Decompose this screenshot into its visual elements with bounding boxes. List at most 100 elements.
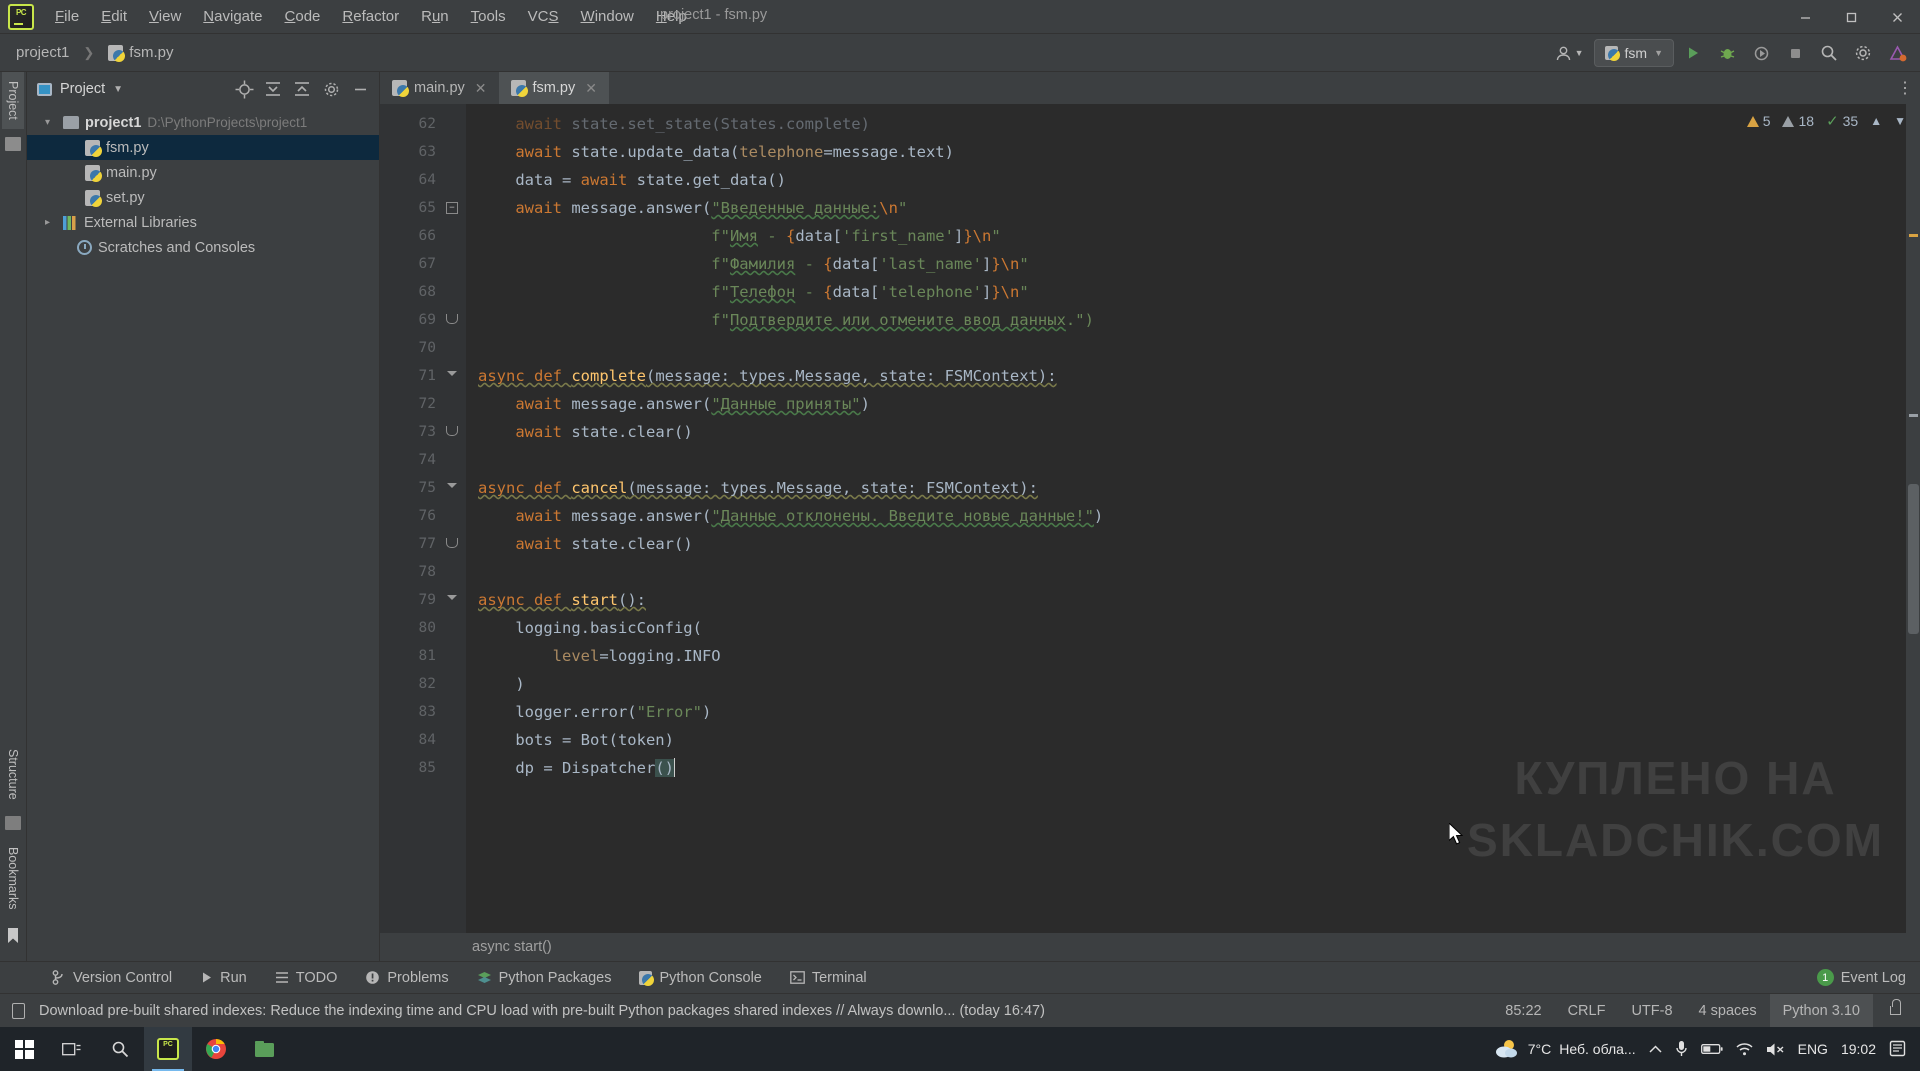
menu-window[interactable]: Window <box>570 3 645 30</box>
tree-item-project-root[interactable]: ▾ project1 D:\PythonProjects\project1 <box>27 110 379 135</box>
editor-breadcrumb[interactable]: async start() <box>380 933 1920 961</box>
tool-button-problems[interactable]: Problems <box>351 962 462 994</box>
volume-muted-icon[interactable] <box>1766 1042 1785 1057</box>
editor-tab-fsm[interactable]: fsm.py ✕ <box>498 72 609 104</box>
maximize-button[interactable] <box>1828 0 1874 34</box>
tool-button-python-packages[interactable]: Python Packages <box>463 962 626 994</box>
scroll-marker-weak[interactable] <box>1909 414 1918 417</box>
chevron-up-icon[interactable] <box>1649 1044 1662 1054</box>
editor-options-icon[interactable]: ⋮ <box>1890 72 1920 104</box>
tree-item-fsm[interactable]: fsm.py <box>27 135 379 160</box>
menu-refactor[interactable]: Refactor <box>331 3 410 30</box>
breadcrumb-project[interactable]: project1 <box>16 44 69 61</box>
tool-button-version-control[interactable]: Version Control <box>38 962 186 994</box>
next-problem-icon[interactable]: ▼ <box>1894 114 1906 128</box>
file-encoding[interactable]: UTF-8 <box>1618 994 1685 1028</box>
minimize-button[interactable] <box>1782 0 1828 34</box>
taskbar-explorer[interactable] <box>240 1027 288 1071</box>
input-language[interactable]: ENG <box>1798 1041 1828 1057</box>
menu-view[interactable]: View <box>138 3 192 30</box>
expand-all-icon[interactable] <box>260 77 286 101</box>
close-tab-icon[interactable]: ✕ <box>585 80 597 97</box>
code-editor[interactable]: 62 63 64 65− 66 67 68 69 70 71 72 73 74 … <box>380 104 1920 933</box>
bookmark-rail-icon[interactable] <box>6 927 20 949</box>
tool-button-todo[interactable]: TODO <box>261 962 352 994</box>
menu-navigate[interactable]: Navigate <box>192 3 273 30</box>
locate-file-icon[interactable] <box>231 77 257 101</box>
weak-warnings-count[interactable]: 18 <box>1782 113 1814 129</box>
scrollbar-thumb[interactable] <box>1908 484 1919 634</box>
fold-end-icon[interactable] <box>446 426 458 436</box>
event-log-button[interactable]: 1 Event Log <box>1816 969 1906 986</box>
tool-button-python-console[interactable]: Python Console <box>625 962 775 994</box>
search-icon[interactable] <box>1814 39 1844 67</box>
taskbar-pycharm[interactable]: PC <box>144 1027 192 1071</box>
folder-rail-icon[interactable] <box>5 136 21 151</box>
project-view-chevron-icon[interactable]: ▼ <box>113 84 123 95</box>
read-only-lock-icon[interactable] <box>1873 994 1914 1028</box>
close-button[interactable] <box>1874 0 1920 34</box>
search-taskbar-button[interactable] <box>96 1027 144 1071</box>
rail-tab-bookmarks[interactable]: Bookmarks <box>2 838 24 919</box>
structure-rail-icon[interactable] <box>5 816 21 831</box>
run-button[interactable] <box>1678 39 1708 67</box>
editor-scrollbar[interactable] <box>1906 104 1920 933</box>
project-settings-gear-icon[interactable] <box>318 77 344 101</box>
tree-item-set[interactable]: set.py <box>27 185 379 210</box>
fold-end-icon[interactable] <box>446 314 458 324</box>
inspection-widget[interactable]: 5 18 ✓ 35 ▲ ▼ <box>1746 112 1906 130</box>
fold-toggle-icon[interactable] <box>446 370 458 382</box>
inspections-ok-count[interactable]: ✓ 35 <box>1826 112 1858 130</box>
fold-toggle-icon[interactable] <box>446 482 458 494</box>
account-button[interactable]: ▼ <box>1549 45 1590 62</box>
breadcrumb-file[interactable]: fsm.py <box>129 44 173 61</box>
hide-panel-icon[interactable] <box>347 77 373 101</box>
menu-file[interactable]: File <box>44 3 90 30</box>
rail-tab-project[interactable]: Project <box>2 72 24 129</box>
warnings-count[interactable]: 5 <box>1746 113 1770 129</box>
menu-run[interactable]: Run <box>410 3 460 30</box>
status-message[interactable]: Download pre-built shared indexes: Reduc… <box>39 1003 1045 1019</box>
start-button[interactable] <box>0 1027 48 1071</box>
menu-code[interactable]: Code <box>274 3 332 30</box>
python-interpreter[interactable]: Python 3.10 <box>1769 993 1873 1028</box>
chevron-right-icon[interactable]: ▸ <box>45 217 57 228</box>
tree-item-scratches[interactable]: Scratches and Consoles <box>27 235 379 260</box>
run-configuration-selector[interactable]: fsm ▼ <box>1593 39 1674 67</box>
updates-icon[interactable] <box>1882 39 1912 67</box>
menu-tools[interactable]: Tools <box>460 3 517 30</box>
wifi-icon[interactable] <box>1736 1042 1753 1056</box>
python-file-icon <box>108 44 126 62</box>
fold-end-icon[interactable] <box>446 538 458 548</box>
menu-vcs[interactable]: VCS <box>517 3 570 30</box>
coverage-button[interactable] <box>1746 39 1776 67</box>
taskbar-chrome[interactable] <box>192 1027 240 1071</box>
chevron-down-icon[interactable]: ▾ <box>45 117 57 128</box>
settings-gear-icon[interactable] <box>1848 39 1878 67</box>
fold-toggle-icon[interactable]: − <box>446 202 458 214</box>
battery-icon[interactable] <box>1700 1043 1723 1055</box>
debug-button[interactable] <box>1712 39 1742 67</box>
caret-position[interactable]: 85:22 <box>1492 994 1554 1028</box>
code-text[interactable]: await state.set_state(States.complete) a… <box>466 104 1906 933</box>
fold-toggle-icon[interactable] <box>446 594 458 606</box>
taskbar-clock[interactable]: 19:02 <box>1841 1041 1876 1057</box>
editor-tab-main[interactable]: main.py ✕ <box>380 72 499 104</box>
close-tab-icon[interactable]: ✕ <box>475 80 487 97</box>
line-separator[interactable]: CRLF <box>1555 994 1619 1028</box>
menu-edit[interactable]: Edit <box>90 3 138 30</box>
indent-setting[interactable]: 4 spaces <box>1686 994 1770 1028</box>
scroll-marker-warning[interactable] <box>1909 234 1918 237</box>
tree-item-external-libraries[interactable]: ▸ External Libraries <box>27 210 379 235</box>
collapse-all-icon[interactable] <box>289 77 315 101</box>
weather-widget[interactable]: 7°C Неб. обла... <box>1494 1038 1636 1060</box>
task-view-button[interactable] <box>48 1027 96 1071</box>
tool-button-terminal[interactable]: Terminal <box>776 962 881 994</box>
microphone-icon[interactable] <box>1675 1040 1688 1058</box>
tool-button-run[interactable]: Run <box>186 962 261 994</box>
rail-tab-structure[interactable]: Structure <box>2 740 24 809</box>
notifications-icon[interactable] <box>1889 1040 1908 1059</box>
stop-button[interactable] <box>1780 39 1810 67</box>
tree-item-main[interactable]: main.py <box>27 160 379 185</box>
previous-problem-icon[interactable]: ▲ <box>1870 114 1882 128</box>
